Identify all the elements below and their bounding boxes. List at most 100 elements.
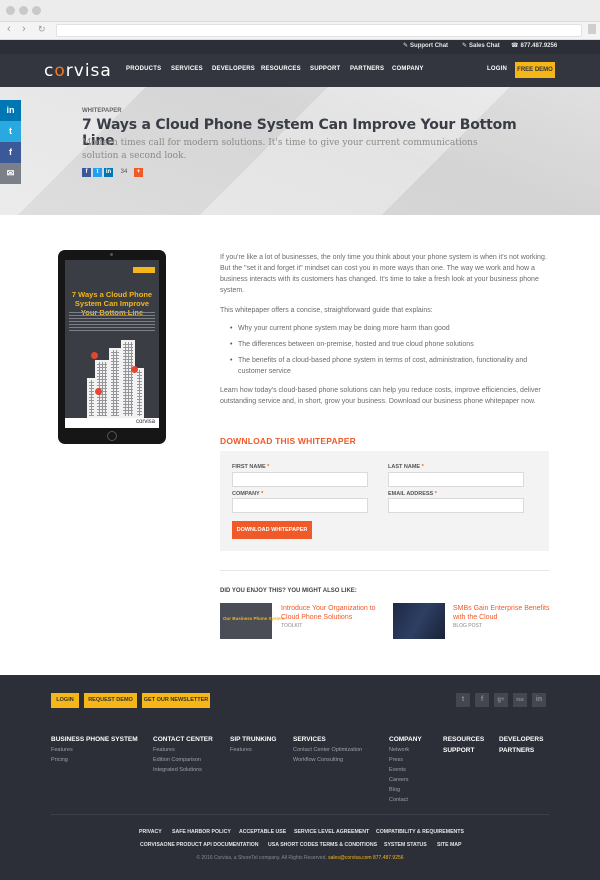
company-field[interactable]: [232, 498, 368, 513]
footer-link[interactable]: Careers: [389, 777, 409, 783]
download-form: FIRST NAME * LAST NAME * COMPANY * EMAIL…: [220, 451, 549, 551]
related-thumbnail[interactable]: [393, 603, 445, 639]
footer-link[interactable]: Workflow Consulting: [293, 757, 343, 763]
share-count: 34: [120, 169, 128, 175]
nav-item-resources[interactable]: RESOURCES: [261, 66, 301, 72]
copyright-text: © 2016 Corvisa, a ShoreTel company. All …: [196, 855, 327, 861]
footer-heading-services[interactable]: SERVICES: [293, 736, 326, 743]
bookmark-icon[interactable]: [588, 24, 596, 34]
footer-link[interactable]: Features: [230, 747, 252, 753]
logo-text-a: c: [44, 61, 55, 81]
address-bar[interactable]: [56, 24, 582, 37]
twitter-icon[interactable]: t: [456, 693, 470, 707]
footer-link[interactable]: Integrated Solutions: [153, 767, 202, 773]
footer-heading-developers[interactable]: DEVELOPERS: [499, 736, 543, 743]
footer-request-demo-button[interactable]: REQUEST DEMO: [84, 693, 137, 708]
footer-newsletter-button[interactable]: GET OUR NEWSLETTER: [142, 693, 210, 708]
phone-link[interactable]: ☎ 877.487.9256: [511, 42, 557, 49]
nav-item-developers[interactable]: DEVELOPERS: [212, 66, 255, 72]
sales-chat-label: Sales Chat: [469, 43, 500, 49]
phone-icon: ☎: [511, 43, 519, 49]
footer-heading-support[interactable]: SUPPORT: [443, 747, 474, 754]
google-plus-icon[interactable]: g+: [494, 693, 508, 707]
window-maximize-icon[interactable]: [32, 6, 41, 15]
list-item: Why your current phone system may be doi…: [230, 323, 550, 334]
footer-link[interactable]: Events: [389, 767, 406, 773]
addthis-share-icon[interactable]: +: [134, 168, 143, 177]
facebook-icon[interactable]: f: [0, 142, 21, 163]
footer-link-short-codes[interactable]: USA SHORT CODES TERMS & CONDITIONS: [268, 842, 377, 848]
footer-link-safe-harbor[interactable]: SAFE HARBOR POLICY: [172, 829, 231, 835]
nav-item-support[interactable]: SUPPORT: [310, 66, 340, 72]
last-name-field[interactable]: [388, 472, 524, 487]
footer-link-api-docs[interactable]: CORVISAONE PRODUCT API DOCUMENTATION: [140, 842, 259, 848]
footer-link[interactable]: Features: [51, 747, 73, 753]
footer-link-privacy[interactable]: PRIVACY: [139, 829, 162, 835]
email-icon[interactable]: ✉: [0, 163, 21, 184]
related-type: BLOG POST: [453, 623, 482, 629]
download-whitepaper-button[interactable]: DOWNLOAD WHITEPAPER: [232, 521, 312, 539]
footer-divider: [51, 814, 549, 815]
related-thumbnail[interactable]: Our Business Phone System: [220, 603, 285, 639]
footer-heading-resources[interactable]: RESOURCES: [443, 736, 484, 743]
footer-link[interactable]: Features: [153, 747, 175, 753]
forward-icon[interactable]: ›: [22, 23, 26, 35]
related-type: TOOLKIT: [281, 623, 303, 629]
footer-phone-link[interactable]: 877.487.9256: [373, 855, 404, 861]
sales-chat-link[interactable]: ✎ Sales Chat: [462, 42, 500, 49]
hero-kicker: WHITEPAPER: [82, 108, 122, 114]
footer-email-link[interactable]: sales@corvisa.com: [328, 855, 371, 861]
linkedin-icon[interactable]: in: [532, 693, 546, 707]
window-minimize-icon[interactable]: [19, 6, 28, 15]
footer-link-compatibility[interactable]: COMPATIBILITY & REQUIREMENTS: [376, 829, 464, 835]
footer-heading-sip-trunking[interactable]: SIP TRUNKING: [230, 736, 276, 743]
footer-link-sla[interactable]: SERVICE LEVEL AGREEMENT: [294, 829, 369, 835]
footer-link-site-map[interactable]: SITE MAP: [437, 842, 462, 848]
footer-link[interactable]: Press: [389, 757, 403, 763]
free-demo-button[interactable]: FREE DEMO: [515, 62, 555, 78]
twitter-share-icon[interactable]: t: [93, 168, 102, 177]
email-field[interactable]: [388, 498, 524, 513]
copyright: © 2016 Corvisa, a ShoreTel company. All …: [0, 855, 600, 861]
footer-link[interactable]: Network: [389, 747, 409, 753]
facebook-share-icon[interactable]: f: [82, 168, 91, 177]
nav-item-partners[interactable]: PARTNERS: [350, 66, 384, 72]
footer-link[interactable]: Edition Comparison: [153, 757, 201, 763]
footer-link[interactable]: Contact: [389, 797, 408, 803]
first-name-field[interactable]: [232, 472, 368, 487]
footer-heading-partners[interactable]: PARTNERS: [499, 747, 534, 754]
phone-label: 877.487.9256: [520, 43, 558, 49]
footer-link[interactable]: Pricing: [51, 757, 68, 763]
linkedin-share-icon[interactable]: in: [104, 168, 113, 177]
footer-heading-contact-center[interactable]: CONTACT CENTER: [153, 736, 213, 743]
window-close-icon[interactable]: [6, 6, 15, 15]
nav-item-services[interactable]: SERVICES: [171, 66, 203, 72]
support-chat-link[interactable]: ✎ Support Chat: [403, 42, 448, 49]
footer-heading-company[interactable]: COMPANY: [389, 736, 422, 743]
linkedin-icon[interactable]: in: [0, 100, 21, 121]
browser-toolbar: ‹ › ↻: [0, 22, 600, 40]
related-title-link[interactable]: SMBs Gain Enterprise Benefits with the C…: [453, 604, 553, 622]
closing-paragraph: Learn how today's cloud-based phone solu…: [220, 387, 541, 405]
rss-icon[interactable]: rss: [513, 693, 527, 707]
required-mark: *: [267, 464, 270, 470]
first-name-label-text: FIRST NAME: [232, 464, 266, 470]
footer-heading-business-phone[interactable]: BUSINESS PHONE SYSTEM: [51, 736, 138, 743]
nav-item-products[interactable]: PRODUCTS: [126, 66, 161, 72]
required-mark: *: [261, 491, 264, 497]
login-link[interactable]: LOGIN: [487, 66, 507, 72]
building-graphic: [109, 348, 121, 418]
nav-item-company[interactable]: COMPANY: [392, 66, 424, 72]
footer-link[interactable]: Contact Center Optimization: [293, 747, 362, 753]
twitter-icon[interactable]: t: [0, 121, 21, 142]
footer-link-system-status[interactable]: SYSTEM STATUS: [384, 842, 427, 848]
related-title-link[interactable]: Introduce Your Organization to Cloud Pho…: [281, 604, 381, 622]
facebook-icon[interactable]: f: [475, 693, 489, 707]
back-icon[interactable]: ‹: [7, 23, 11, 35]
intro-paragraph: If you're like a lot of businesses, the …: [220, 254, 547, 294]
footer-link-acceptable-use[interactable]: ACCEPTABLE USE: [239, 829, 286, 835]
reload-icon[interactable]: ↻: [38, 24, 46, 35]
corvisa-logo[interactable]: corvisa: [44, 61, 112, 81]
footer-login-button[interactable]: LOGIN: [51, 693, 79, 708]
footer-link[interactable]: Blog: [389, 787, 400, 793]
